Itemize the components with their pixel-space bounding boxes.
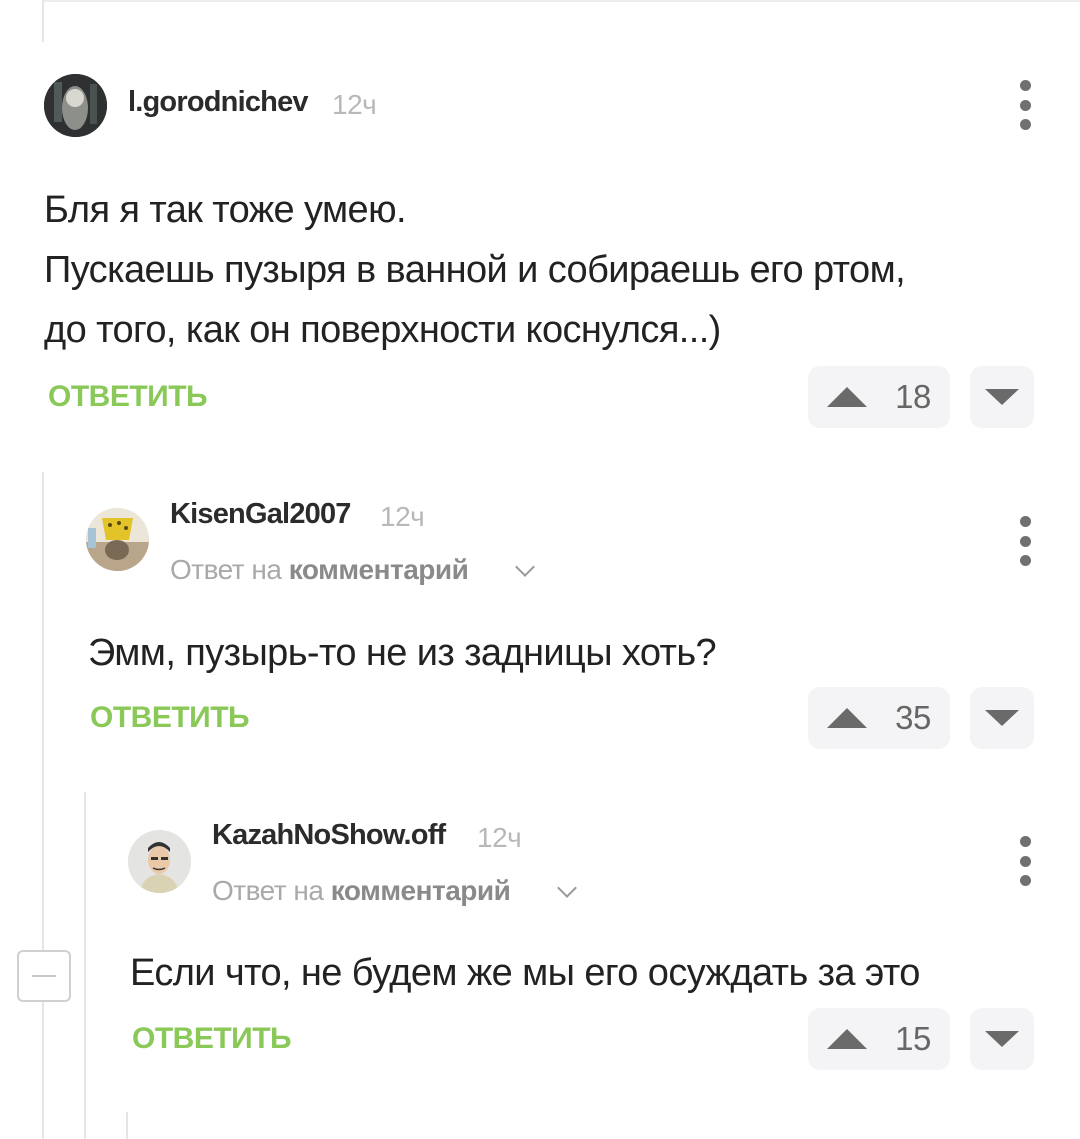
reply-to-target[interactable]: комментарий — [331, 875, 511, 906]
comment-line: Если что, не будем же мы его осуждать за… — [130, 952, 920, 994]
more-vertical-icon[interactable] — [1015, 80, 1035, 130]
triangle-up-icon — [827, 387, 868, 407]
downvote-button[interactable] — [970, 1008, 1034, 1070]
thread-line-top — [42, 0, 44, 42]
downvote-button[interactable] — [970, 366, 1034, 428]
reply-button[interactable]: ОТВЕТИТЬ — [132, 1022, 292, 1056]
comment-line: Эмм, пузырь-то не из задницы хоть? — [88, 632, 717, 674]
reply-to-prefix: Ответ на — [212, 875, 324, 906]
vote-count: 18 — [895, 378, 931, 415]
collapse-thread-button[interactable] — [17, 950, 71, 1002]
top-divider — [42, 0, 1080, 2]
comment-line: Бля я так тоже умею. — [44, 189, 407, 231]
reply-to-prefix: Ответ на — [170, 554, 282, 585]
avatar-image — [86, 508, 149, 571]
avatar[interactable] — [44, 74, 107, 137]
avatar[interactable] — [128, 830, 191, 893]
username[interactable]: l.gorodnichev — [128, 86, 309, 119]
username[interactable]: KazahNoShow.off — [212, 819, 446, 852]
chevron-down-icon[interactable] — [557, 878, 577, 898]
thread-line-level-3 — [126, 1112, 128, 1139]
reply-to-link[interactable]: Ответ на комментарий — [170, 554, 469, 586]
thread-line-level-2 — [84, 792, 86, 1139]
timestamp: 12ч — [477, 822, 522, 853]
vote-count: 15 — [895, 1020, 931, 1057]
upvote-button[interactable]: 18 — [808, 366, 950, 428]
minus-icon — [32, 975, 56, 977]
more-vertical-icon[interactable] — [1015, 516, 1035, 566]
comment-line: Пускаешь пузыря в ванной и собираешь его… — [44, 249, 906, 291]
vote-count: 35 — [895, 699, 931, 736]
reply-to-target[interactable]: комментарий — [289, 554, 469, 585]
triangle-down-icon — [985, 389, 1019, 405]
avatar[interactable] — [86, 508, 149, 571]
avatar-image — [44, 74, 107, 137]
reply-to-link[interactable]: Ответ на комментарий — [212, 875, 511, 907]
username[interactable]: KisenGal2007 — [170, 498, 351, 531]
reply-button[interactable]: ОТВЕТИТЬ — [90, 701, 250, 735]
triangle-up-icon — [827, 708, 868, 728]
upvote-button[interactable]: 15 — [808, 1008, 950, 1070]
triangle-down-icon — [985, 710, 1019, 726]
triangle-down-icon — [985, 1031, 1019, 1047]
comment-line: до того, как он поверхности коснулся...) — [44, 309, 721, 351]
avatar-image — [128, 830, 191, 893]
timestamp: 12ч — [332, 89, 377, 120]
triangle-up-icon — [827, 1029, 868, 1049]
thread-line-level-1 — [42, 472, 44, 1139]
upvote-button[interactable]: 35 — [808, 687, 950, 749]
chevron-down-icon[interactable] — [515, 557, 535, 577]
more-vertical-icon[interactable] — [1015, 836, 1035, 886]
reply-button[interactable]: ОТВЕТИТЬ — [48, 380, 208, 414]
downvote-button[interactable] — [970, 687, 1034, 749]
timestamp: 12ч — [380, 501, 425, 532]
